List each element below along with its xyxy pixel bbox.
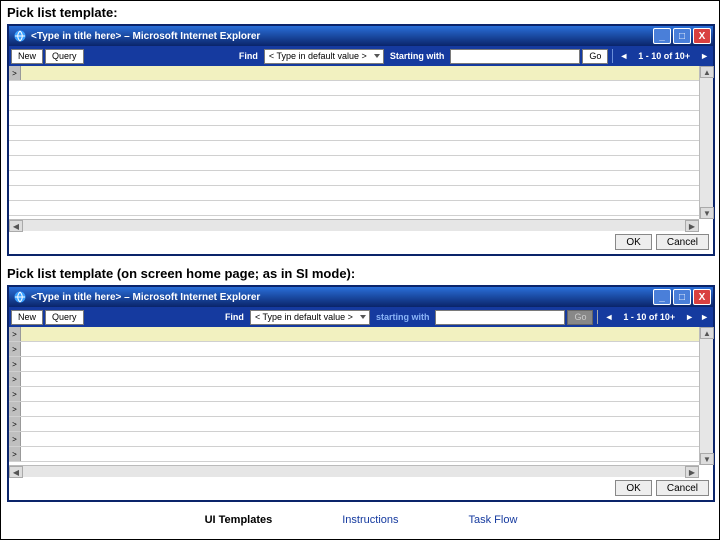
table-row[interactable]: > bbox=[9, 342, 699, 357]
footer-tab-ui-templates[interactable]: UI Templates bbox=[205, 514, 273, 526]
table-row[interactable]: > bbox=[9, 327, 699, 342]
starting-with-label: Starting with bbox=[386, 51, 449, 61]
query-button[interactable]: Query bbox=[45, 310, 84, 325]
scroll-up-icon[interactable]: ▲ bbox=[700, 327, 714, 339]
row-expand-icon[interactable]: > bbox=[9, 402, 21, 416]
find-field-dropdown[interactable]: < Type in default value > bbox=[250, 310, 370, 325]
pager-prev[interactable]: ◄ bbox=[617, 51, 630, 61]
titlebar-1: <Type in title here> – Microsoft Interne… bbox=[9, 26, 713, 46]
pager-last[interactable]: ► bbox=[698, 312, 711, 322]
table-row[interactable] bbox=[9, 201, 699, 216]
pager-next[interactable]: ► bbox=[698, 51, 711, 61]
row-expand-icon[interactable]: > bbox=[9, 66, 21, 80]
query-button[interactable]: Query bbox=[45, 49, 84, 64]
window-title-1: <Type in title here> – Microsoft Interne… bbox=[31, 31, 260, 42]
close-button[interactable]: X bbox=[693, 289, 711, 305]
table-row[interactable]: > bbox=[9, 357, 699, 372]
minimize-button[interactable]: _ bbox=[653, 289, 671, 305]
pager-next[interactable]: ► bbox=[683, 312, 696, 322]
row-expand-icon[interactable]: > bbox=[9, 372, 21, 386]
table-row[interactable]: > bbox=[9, 432, 699, 447]
scroll-down-icon[interactable]: ▼ bbox=[700, 207, 714, 219]
table-row[interactable] bbox=[9, 156, 699, 171]
scroll-left-icon[interactable]: ◀ bbox=[9, 466, 23, 478]
table-row[interactable]: > bbox=[9, 417, 699, 432]
pager-text-2: 1 - 10 of 10+ bbox=[617, 312, 681, 322]
table-row[interactable]: > bbox=[9, 402, 699, 417]
table-row[interactable]: > bbox=[9, 447, 699, 462]
search-input[interactable] bbox=[450, 49, 580, 64]
new-button[interactable]: New bbox=[11, 310, 43, 325]
table-row[interactable] bbox=[9, 126, 699, 141]
footer-tab-task-flow[interactable]: Task Flow bbox=[469, 514, 518, 526]
dialog-buttons-1: OK Cancel bbox=[9, 231, 713, 254]
titlebar-2: <Type in title here> – Microsoft Interne… bbox=[9, 287, 713, 307]
horizontal-scrollbar[interactable]: ◀ ▶ bbox=[9, 219, 699, 231]
scroll-down-icon[interactable]: ▼ bbox=[700, 453, 714, 465]
scroll-left-icon[interactable]: ◀ bbox=[9, 220, 23, 232]
row-expand-icon[interactable]: > bbox=[9, 447, 21, 461]
cancel-button[interactable]: Cancel bbox=[656, 480, 709, 496]
data-grid-2: > > > > > > > > > ▲ ▼ ◀ ▶ bbox=[9, 327, 713, 477]
vertical-scrollbar[interactable]: ▲ ▼ bbox=[699, 327, 713, 465]
window-title-2: <Type in title here> – Microsoft Interne… bbox=[31, 292, 260, 303]
pager-prev[interactable]: ◄ bbox=[602, 312, 615, 322]
find-field-dropdown[interactable]: < Type in default value > bbox=[264, 49, 384, 64]
pick-list-window-1: <Type in title here> – Microsoft Interne… bbox=[7, 24, 715, 256]
table-row[interactable]: > bbox=[9, 372, 699, 387]
row-expand-icon[interactable]: > bbox=[9, 387, 21, 401]
scroll-right-icon[interactable]: ▶ bbox=[685, 466, 699, 478]
data-grid-1: > ▲ ▼ ◀ ▶ bbox=[9, 66, 713, 231]
pager-text-1: 1 - 10 of 10+ bbox=[632, 51, 696, 61]
table-row[interactable] bbox=[9, 186, 699, 201]
starting-with-label: starting with bbox=[372, 312, 434, 322]
table-row[interactable] bbox=[9, 171, 699, 186]
ie-icon bbox=[13, 290, 27, 304]
ie-icon bbox=[13, 29, 27, 43]
go-button[interactable]: Go bbox=[582, 49, 608, 64]
section2-heading: Pick list template (on screen home page;… bbox=[1, 262, 720, 285]
footer-tabs: UI Templates Instructions Task Flow bbox=[1, 508, 720, 529]
close-button[interactable]: X bbox=[693, 28, 711, 44]
row-expand-icon[interactable]: > bbox=[9, 357, 21, 371]
vertical-scrollbar[interactable]: ▲ ▼ bbox=[699, 66, 713, 219]
search-input[interactable] bbox=[435, 310, 565, 325]
row-expand-icon[interactable]: > bbox=[9, 432, 21, 446]
find-label: Find bbox=[235, 51, 262, 61]
row-expand-icon[interactable]: > bbox=[9, 417, 21, 431]
section1-heading: Pick list template: bbox=[1, 1, 720, 24]
toolbar-1: New Query Find < Type in default value >… bbox=[9, 46, 713, 66]
go-button[interactable]: Go bbox=[567, 310, 593, 325]
ok-button[interactable]: OK bbox=[615, 480, 651, 496]
cancel-button[interactable]: Cancel bbox=[656, 234, 709, 250]
scroll-right-icon[interactable]: ▶ bbox=[685, 220, 699, 232]
ok-button[interactable]: OK bbox=[615, 234, 651, 250]
table-row[interactable] bbox=[9, 81, 699, 96]
dialog-buttons-2: OK Cancel bbox=[9, 477, 713, 500]
find-label: Find bbox=[221, 312, 248, 322]
scroll-up-icon[interactable]: ▲ bbox=[700, 66, 714, 78]
minimize-button[interactable]: _ bbox=[653, 28, 671, 44]
new-button[interactable]: New bbox=[11, 49, 43, 64]
table-row[interactable] bbox=[9, 111, 699, 126]
row-expand-icon[interactable]: > bbox=[9, 327, 21, 341]
footer-tab-instructions[interactable]: Instructions bbox=[342, 514, 398, 526]
table-row[interactable]: > bbox=[9, 387, 699, 402]
table-row[interactable] bbox=[9, 96, 699, 111]
pick-list-window-2: <Type in title here> – Microsoft Interne… bbox=[7, 285, 715, 502]
maximize-button[interactable]: □ bbox=[673, 28, 691, 44]
maximize-button[interactable]: □ bbox=[673, 289, 691, 305]
table-row[interactable]: > bbox=[9, 66, 699, 81]
row-expand-icon[interactable]: > bbox=[9, 342, 21, 356]
table-row[interactable] bbox=[9, 141, 699, 156]
toolbar-2: New Query Find < Type in default value >… bbox=[9, 307, 713, 327]
horizontal-scrollbar[interactable]: ◀ ▶ bbox=[9, 465, 699, 477]
